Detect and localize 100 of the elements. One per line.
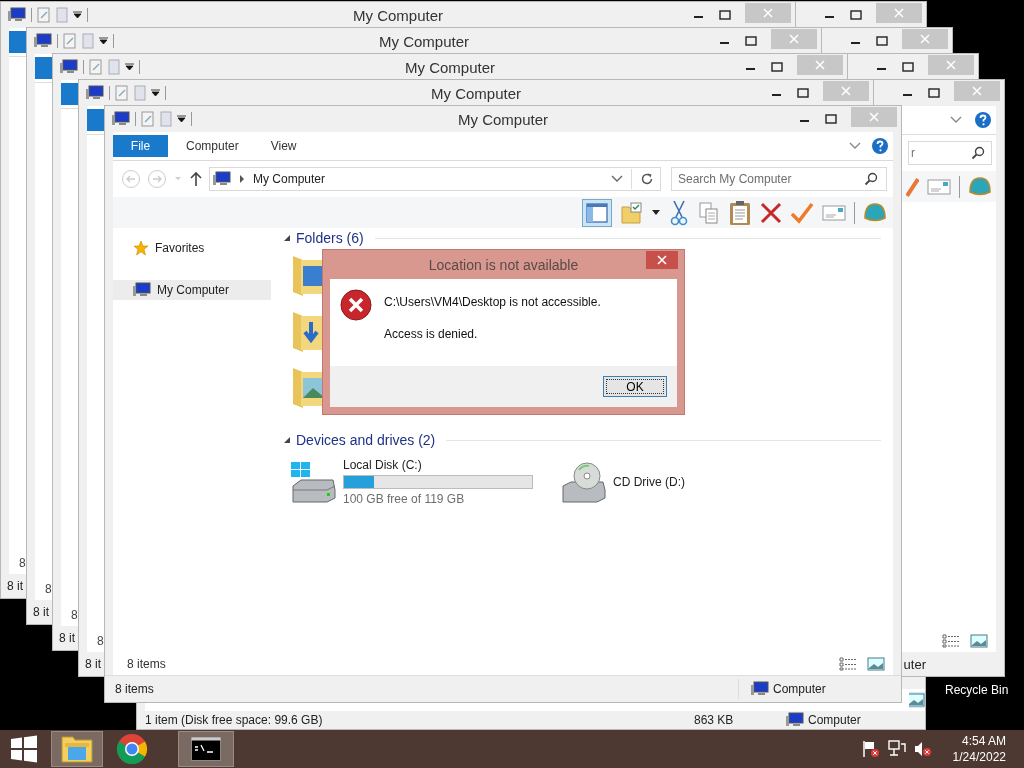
computer-icon[interactable] xyxy=(8,7,26,23)
computer-icon[interactable] xyxy=(86,85,104,101)
terminal-button[interactable] xyxy=(178,731,234,767)
network-icon[interactable] xyxy=(886,740,907,758)
dropdown-caret-icon[interactable] xyxy=(99,37,108,45)
maximize-icon[interactable] xyxy=(825,114,837,124)
nav-item[interactable]: My Computer xyxy=(113,280,271,300)
close-icon xyxy=(789,34,799,44)
window-title: My Computer xyxy=(431,84,521,102)
check-icon[interactable] xyxy=(790,201,814,224)
layout-pane-icon[interactable] xyxy=(582,198,612,227)
search-input[interactable]: Search My Computer xyxy=(678,172,864,186)
computer-icon xyxy=(213,171,231,187)
close-icon xyxy=(657,255,667,265)
terminal-icon xyxy=(191,737,221,761)
envelope-icon[interactable] xyxy=(927,177,951,196)
status-text: 8 it xyxy=(33,605,49,619)
dropdown-caret-icon[interactable] xyxy=(177,115,186,123)
group-header: Folders (6) xyxy=(296,230,364,246)
picture-view-icon[interactable] xyxy=(867,656,885,672)
window-title: My Computer xyxy=(353,6,443,24)
maximize-icon[interactable] xyxy=(902,62,914,72)
error-icon xyxy=(340,289,372,321)
drive-name: Local Disk (C:) xyxy=(343,458,423,472)
search-field[interactable]: Search My Computer xyxy=(671,167,887,191)
window-title: My Computer xyxy=(405,58,495,76)
help-icon[interactable] xyxy=(974,111,992,129)
chevron-down-icon[interactable] xyxy=(950,116,962,124)
scissors-icon[interactable] xyxy=(668,199,690,226)
help-icon[interactable] xyxy=(871,137,889,155)
ok-button[interactable]: OK xyxy=(603,376,667,397)
envelope-icon[interactable] xyxy=(822,203,846,222)
computer-icon xyxy=(133,282,151,298)
shell-icon[interactable] xyxy=(968,175,992,198)
maximize-icon[interactable] xyxy=(850,10,862,20)
item-count: 8 xyxy=(45,582,52,596)
close-icon xyxy=(972,86,982,96)
close-icon xyxy=(841,86,851,96)
pencil-icon[interactable] xyxy=(906,175,919,198)
maximize-icon[interactable] xyxy=(745,36,757,46)
clock-date[interactable]: 1/24/2022 xyxy=(952,750,1006,764)
maximize-icon[interactable] xyxy=(928,88,940,98)
ribbon-tab[interactable]: Computer xyxy=(172,135,253,157)
ribbon-tab[interactable]: File xyxy=(113,135,168,157)
dropdown-caret-icon[interactable] xyxy=(652,209,660,216)
shell-icon[interactable] xyxy=(863,201,887,224)
folder-icon xyxy=(59,733,95,765)
speaker-muted-icon[interactable] xyxy=(912,740,933,758)
dropdown-caret-icon[interactable] xyxy=(125,63,134,71)
details-view-icon[interactable] xyxy=(839,657,857,671)
cd-drive-icon[interactable] xyxy=(559,460,607,504)
maximize-icon[interactable] xyxy=(771,62,783,72)
error-detail: Access is denied. xyxy=(384,327,479,341)
recycle-bin-label[interactable]: Recycle Bin xyxy=(945,683,1009,697)
search-field[interactable]: r xyxy=(908,141,992,165)
item-count: 8 xyxy=(97,634,104,648)
error-message: C:\Users\VM4\Desktop is not accessible. xyxy=(384,295,601,309)
close-icon xyxy=(946,60,956,70)
collapse-triangle-icon[interactable] xyxy=(283,436,291,444)
address-text: My Computer xyxy=(253,172,326,186)
dialog-title: Location is not available xyxy=(428,256,579,273)
hard-drive-icon[interactable] xyxy=(289,460,337,504)
window-title: My Computer xyxy=(379,32,469,50)
close-button[interactable] xyxy=(646,251,678,269)
dropdown-caret-icon[interactable] xyxy=(151,89,160,97)
clock-time[interactable]: 4:54 AM xyxy=(961,734,1006,748)
up-arrow-icon[interactable] xyxy=(189,171,203,187)
delete-x-icon[interactable] xyxy=(760,201,782,224)
close-icon xyxy=(894,8,904,18)
collapse-triangle-icon[interactable] xyxy=(283,234,291,242)
drive-name: CD Drive (D:) xyxy=(613,475,685,489)
details-view-icon[interactable] xyxy=(942,634,960,648)
item-count: 8 xyxy=(19,556,26,570)
breadcrumb-arrow-icon[interactable] xyxy=(239,175,245,183)
chevron-down-icon[interactable] xyxy=(849,142,861,150)
computer-icon[interactable] xyxy=(112,111,130,127)
picture-view-icon[interactable] xyxy=(970,633,988,649)
computer-icon[interactable] xyxy=(34,33,52,49)
computer-icon xyxy=(786,712,804,728)
star-icon xyxy=(133,240,149,256)
address-bar[interactable]: My Computer xyxy=(209,167,661,191)
flag-icon[interactable] xyxy=(860,740,881,758)
refresh-icon[interactable] xyxy=(640,172,654,186)
close-icon xyxy=(815,60,825,70)
close-icon xyxy=(920,34,930,44)
browser-logo-icon xyxy=(116,733,148,765)
maximize-icon[interactable] xyxy=(719,10,731,20)
ribbon-tab[interactable]: View xyxy=(256,135,311,157)
chevron-down-icon[interactable] xyxy=(611,175,623,183)
nav-item[interactable]: Favorites xyxy=(113,238,271,258)
clipboard-icon[interactable] xyxy=(728,199,752,226)
folder-check-icon[interactable] xyxy=(620,200,644,225)
picture-view-icon[interactable] xyxy=(909,692,925,708)
search-icon xyxy=(864,172,878,186)
computer-icon[interactable] xyxy=(60,59,78,75)
dropdown-caret-icon[interactable] xyxy=(73,11,82,19)
status-text: 8 it xyxy=(59,631,75,645)
maximize-icon[interactable] xyxy=(797,88,809,98)
maximize-icon[interactable] xyxy=(876,36,888,46)
item-count: 8 xyxy=(71,608,78,622)
